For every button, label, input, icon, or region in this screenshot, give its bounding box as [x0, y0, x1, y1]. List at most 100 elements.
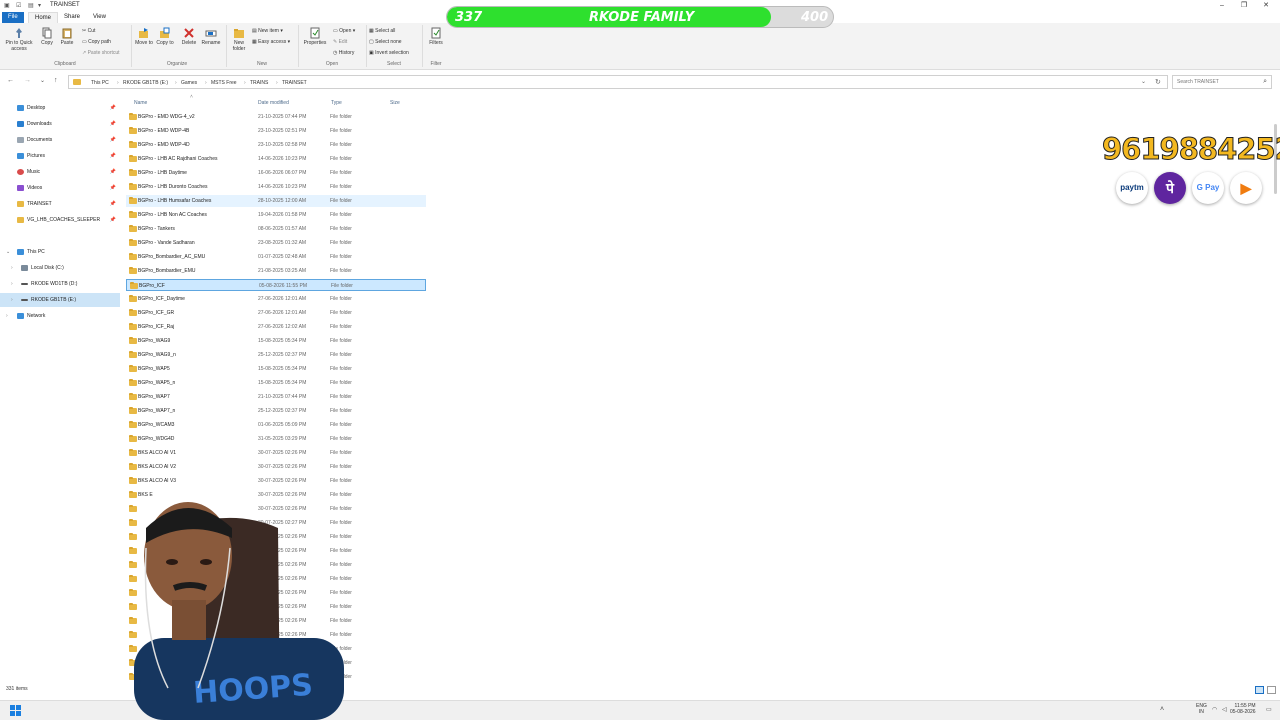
file-row[interactable]: BGPro_WDG4D 31-05-2025 03:29 PM File folde…	[126, 433, 426, 445]
file-row[interactable]: BKS ALCO AI V2 30-07-2025 02:26 PM File fo…	[126, 461, 426, 473]
open-button[interactable]: ▭ Open ▾	[333, 28, 355, 34]
column-size[interactable]: Size	[390, 100, 400, 106]
forward-arrow-icon[interactable]: →	[24, 77, 31, 84]
file-row[interactable]: BGPro_ICF_Raj 27-06-2026 12:02 AM File fol…	[126, 321, 426, 333]
file-row[interactable]: BGPro_ICF_GR 27-06-2026 12:01 AM File fold…	[126, 307, 426, 319]
notification-icon[interactable]: ▭	[1266, 706, 1272, 713]
close-icon[interactable]: ✕	[1256, 1, 1276, 10]
breadcrumb-trainset[interactable]: TRAINSET	[282, 80, 307, 86]
tab-share[interactable]: Share	[58, 12, 86, 23]
nav-item-drive-e[interactable]: › RKODE GB1TB (E:)	[0, 293, 120, 307]
breadcrumb-this-pc[interactable]: This PC	[91, 80, 109, 86]
cut-button[interactable]: ✂ Cut	[82, 28, 95, 34]
nav-item-local-disk-c[interactable]: › Local Disk (C:)	[0, 261, 120, 275]
filters-button[interactable]: Filters	[425, 27, 447, 46]
file-row[interactable]: BGPro_WAP7 21-10-2025 07:44 PM File folder	[126, 391, 426, 403]
paste-shortcut-button[interactable]: ↗ Paste shortcut	[82, 50, 120, 56]
new-folder-button[interactable]: New folder	[229, 27, 249, 52]
chevron-up-icon[interactable]: ˄	[1160, 706, 1164, 713]
nav-item-drive-d[interactable]: › RKODE WD1TB (D:)	[0, 277, 120, 291]
address-box[interactable]: This PC RKODE GB1TB (E:) Games MSTS Free…	[68, 75, 1168, 89]
chevron-down-icon[interactable]: ▾	[38, 2, 41, 9]
folder-icon	[17, 217, 24, 223]
breadcrumb-trains[interactable]: TRAINS	[250, 80, 268, 86]
breadcrumb-msts-free[interactable]: MSTS Free	[211, 80, 237, 86]
breadcrumb-drive[interactable]: RKODE GB1TB (E:)	[123, 80, 168, 86]
nav-item-pictures[interactable]: Pictures 📌	[0, 149, 120, 163]
nav-item-network[interactable]: › Network	[0, 309, 120, 323]
nav-item-desktop[interactable]: Desktop 📌	[0, 101, 120, 115]
file-row[interactable]: BGPro_WAP5_n 15-08-2025 05:34 PM File fold…	[126, 377, 426, 389]
file-row[interactable]: BGPro_WAG9_n 25-12-2025 02:37 PM File fold…	[126, 349, 426, 361]
edit-button[interactable]: ✎ Edit	[333, 39, 347, 45]
nav-item-videos[interactable]: Videos 📌	[0, 181, 120, 195]
paste-button[interactable]: Paste	[58, 27, 76, 46]
nav-item-vg-lhb[interactable]: VG_LHB_COACHES_SLEEPER 📌	[0, 213, 120, 227]
chevron-down-icon[interactable]: ⌄	[1141, 78, 1146, 85]
language-indicator[interactable]: ENG IN	[1196, 703, 1207, 715]
copy-button[interactable]: Copy	[38, 27, 56, 46]
file-row[interactable]: BKS ALCO AI V1 30-07-2025 02:26 PM File fo…	[126, 447, 426, 459]
file-row[interactable]: BKS ALCO AI V3 30-07-2025 02:26 PM File fo…	[126, 475, 426, 487]
volume-icon[interactable]: ◁	[1222, 706, 1227, 713]
column-name[interactable]: Name	[134, 100, 147, 106]
file-row[interactable]: BGPro_WCAM3 01-06-2025 05:09 PM File folde…	[126, 419, 426, 431]
easy-access-button[interactable]: ▦ Easy access ▾	[252, 39, 290, 45]
file-row[interactable]: BGPro_ICF 05-08-2026 11:55 PM File folder	[126, 279, 426, 291]
clock[interactable]: 11:55 PM 05-08-2026	[1230, 703, 1256, 715]
tab-home[interactable]: Home	[28, 12, 59, 23]
maximize-icon[interactable]: ❐	[1234, 1, 1254, 10]
file-row[interactable]: BGPro - EMD WDG-4_v2 21-10-2025 07:44 PM F…	[126, 111, 426, 123]
search-input[interactable]: Search TRAINSET ⌕	[1172, 75, 1272, 89]
file-row[interactable]: BGPro - LHB Humsafar Coaches 28-10-2025 1…	[126, 195, 426, 207]
nav-item-music[interactable]: Music 📌	[0, 165, 120, 179]
file-row[interactable]: BGPro - Tankers 08-06-2025 01:57 AM File f…	[126, 223, 426, 235]
column-date[interactable]: Date modified	[258, 100, 289, 106]
invert-selection-button[interactable]: ▣ Invert selection	[369, 50, 409, 56]
file-row[interactable]: BGPro - EMD WDP-4D 23-10-2025 02:58 PM Fil…	[126, 139, 426, 151]
rename-button[interactable]: Rename	[200, 27, 222, 46]
minimize-icon[interactable]: –	[1212, 1, 1232, 10]
file-row[interactable]: BGPro - Vande Sadharan 23-08-2025 01:32 A…	[126, 237, 426, 249]
file-row[interactable]: BGPro - EMD WDP-4B 23-10-2025 02:51 PM Fil…	[126, 125, 426, 137]
tab-view[interactable]: View	[87, 12, 112, 23]
column-type[interactable]: Type	[331, 100, 342, 106]
file-row[interactable]: BGPro_WAG9 15-08-2025 05:34 PM File folder	[126, 335, 426, 347]
delete-button[interactable]: Delete	[179, 27, 199, 46]
chevron-down-icon[interactable]: ⌄	[40, 77, 45, 84]
copy-to-button[interactable]: Copy to	[155, 27, 175, 46]
file-row[interactable]: BGPro - LHB Duronto Coaches 14-06-2026 10…	[126, 181, 426, 193]
file-row[interactable]: BGPro_Bombardier_EMU 21-08-2025 03:25 AM F…	[126, 265, 426, 277]
select-none-button[interactable]: ▢ Select none	[369, 39, 402, 45]
history-button[interactable]: ◷ History	[333, 50, 354, 56]
properties-icon[interactable]: ☑	[16, 2, 21, 9]
file-row[interactable]: BGPro_WAP5 15-08-2025 05:34 PM File folder	[126, 363, 426, 375]
nav-item-trainset[interactable]: TRAINSET 📌	[0, 197, 120, 211]
back-arrow-icon[interactable]: ←	[7, 77, 14, 84]
file-row[interactable]: BGPro_Bombardier_AC_EMU 01-07-2025 02:48 …	[126, 251, 426, 263]
select-all-button[interactable]: ▦ Select all	[369, 28, 395, 34]
ribbon: Pin to Quick access Copy Paste ✂ Cut ▭ C…	[0, 23, 1280, 70]
copy-path-button[interactable]: ▭ Copy path	[82, 39, 111, 45]
tab-file[interactable]: File	[2, 12, 24, 23]
file-row[interactable]: BGPro_WAP7_n 25-12-2025 02:37 PM File fold…	[126, 405, 426, 417]
file-row[interactable]: BGPro_ICF_Daytime 27-06-2026 12:01 AM File…	[126, 293, 426, 305]
up-arrow-icon[interactable]: ↑	[54, 77, 58, 84]
refresh-icon[interactable]: ↻	[1155, 78, 1161, 86]
wifi-icon[interactable]: ◠	[1212, 706, 1217, 713]
breadcrumb-games[interactable]: Games	[181, 80, 197, 86]
large-icons-view-icon[interactable]	[1267, 686, 1276, 694]
windows-start-icon[interactable]	[10, 705, 21, 716]
properties-button[interactable]: Properties	[301, 27, 329, 46]
file-row[interactable]: BGPro - LHB Non AC Coaches 19-04-2026 01:…	[126, 209, 426, 221]
nav-item-documents[interactable]: Documents 📌	[0, 133, 120, 147]
new-folder-icon[interactable]: ▤	[28, 2, 34, 9]
nav-item-downloads[interactable]: Downloads 📌	[0, 117, 120, 131]
move-to-button[interactable]: Move to	[134, 27, 154, 46]
file-row[interactable]: BGPro - LHB Daytime 16-06-2026 06:07 PM Fi…	[126, 167, 426, 179]
new-item-button[interactable]: ▤ New item ▾	[252, 28, 283, 34]
pin-quick-access-button[interactable]: Pin to Quick access	[2, 27, 36, 52]
file-row[interactable]: BGPro - LHB AC Rajdhani Coaches 14-06-202…	[126, 153, 426, 165]
details-view-icon[interactable]	[1255, 686, 1264, 694]
nav-item-this-pc[interactable]: ⌄ This PC	[0, 245, 120, 259]
